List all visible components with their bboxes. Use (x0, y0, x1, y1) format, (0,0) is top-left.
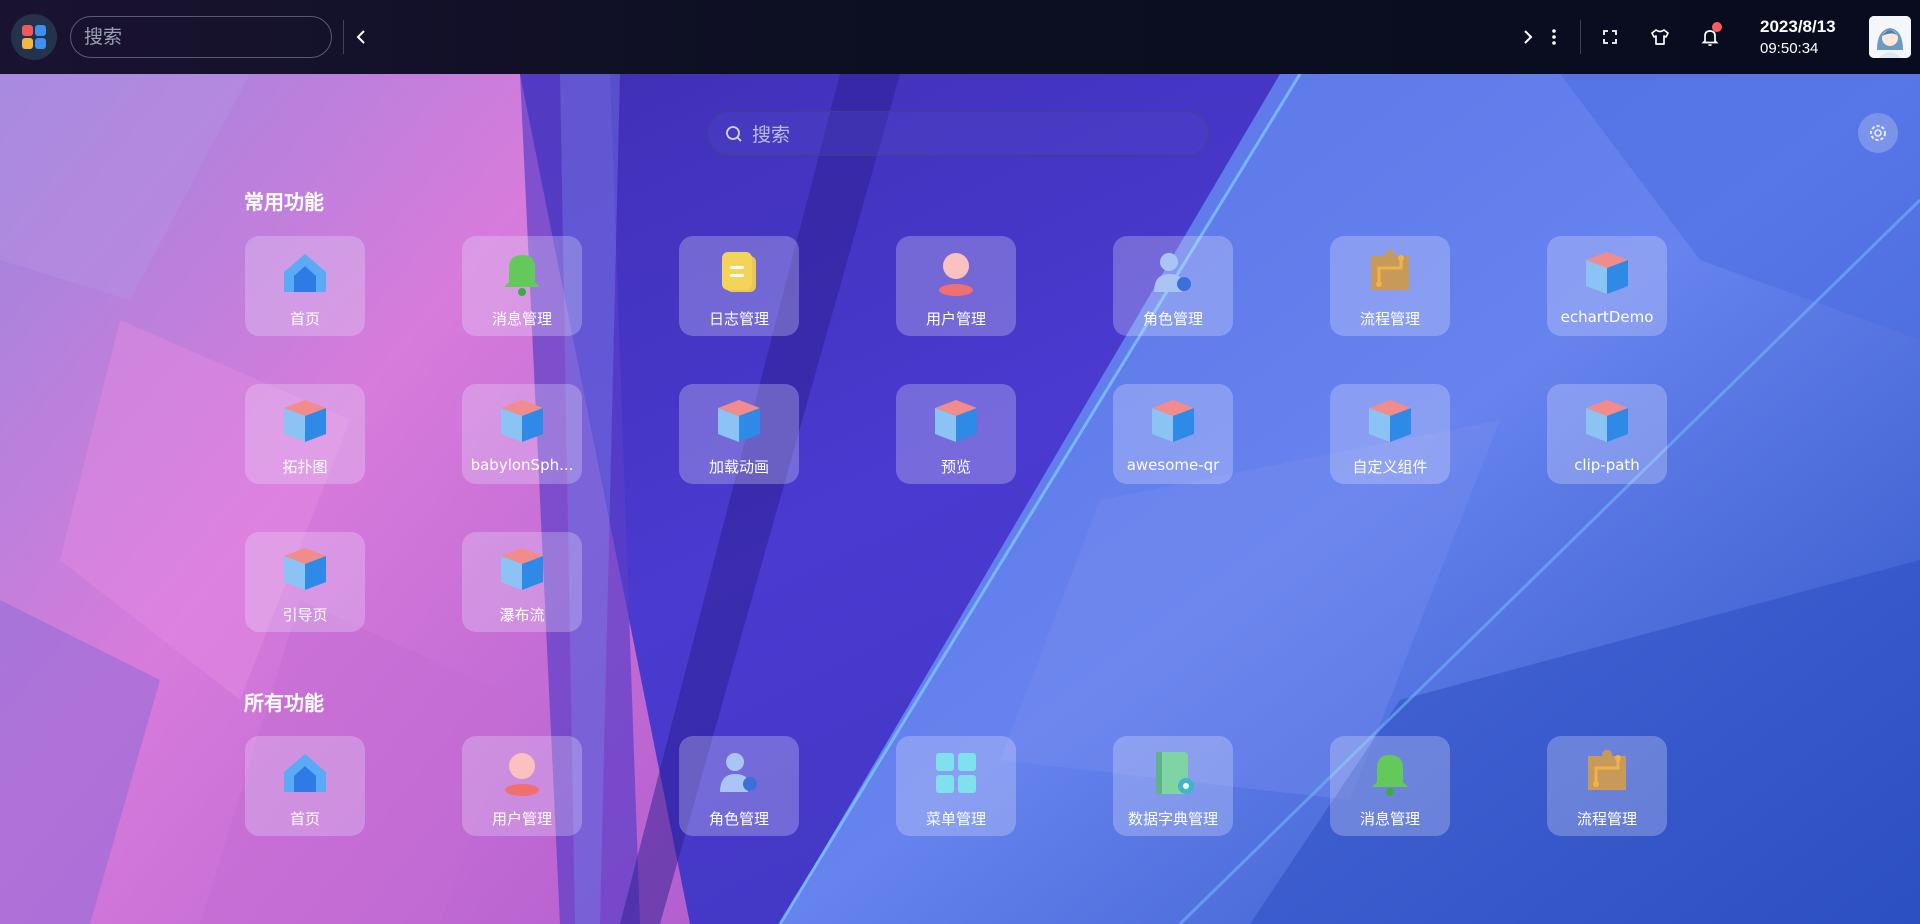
tile-flow[interactable]: 流程管理 (1330, 236, 1450, 336)
tile-menu[interactable]: 菜单管理 (896, 736, 1016, 836)
tile-label: 首页 (289, 310, 320, 328)
tile-awesome-qr[interactable]: awesome-qr (1113, 384, 1233, 484)
tile-label: 瀑布流 (499, 606, 545, 624)
tile-loading[interactable]: 加载动画 (679, 384, 799, 484)
cube-icon (278, 394, 332, 448)
tile-label: 流程管理 (1359, 310, 1420, 328)
tile-label: 引导页 (282, 606, 328, 624)
section-title-common: 常用功能 (244, 190, 324, 214)
cube-icon (1146, 394, 1200, 448)
date-text: 2023/8/13 (1760, 17, 1836, 36)
cube-icon (929, 394, 983, 448)
chevron-right-icon[interactable] (1515, 24, 1541, 50)
more-vertical-icon[interactable] (1541, 24, 1567, 50)
user-icon (929, 246, 983, 300)
settings-button[interactable] (1858, 113, 1898, 153)
tile-home[interactable]: 首页 (245, 236, 365, 336)
tile-custom-component[interactable]: 自定义组件 (1330, 384, 1450, 484)
tile-echartdemo[interactable]: echartDemo (1547, 236, 1667, 336)
tile-message[interactable]: 消息管理 (1330, 736, 1450, 836)
log-icon (712, 246, 766, 300)
tile-label: awesome-qr (1126, 456, 1220, 474)
tile-label: 角色管理 (708, 810, 769, 828)
tile-label: 流程管理 (1576, 810, 1637, 828)
tile-user[interactable]: 用户管理 (462, 736, 582, 836)
tile-waterfall[interactable]: 瀑布流 (462, 532, 582, 632)
tile-guide[interactable]: 引导页 (245, 532, 365, 632)
tile-label: 加载动画 (708, 458, 769, 476)
bell-icon (1363, 746, 1417, 800)
gear-icon (1870, 125, 1886, 141)
tile-message[interactable]: 消息管理 (462, 236, 582, 336)
divider (343, 20, 344, 54)
tile-home[interactable]: 首页 (245, 736, 365, 836)
tile-label: echartDemo (1560, 308, 1654, 326)
tile-label: babylonSph... (470, 456, 574, 474)
tile-role[interactable]: 角色管理 (679, 736, 799, 836)
home-icon (278, 746, 332, 800)
tile-label: clip-path (1574, 456, 1640, 474)
section-title-all: 所有功能 (244, 691, 324, 715)
fullscreen-icon[interactable] (1597, 24, 1623, 50)
search-icon (726, 126, 742, 142)
notification-badge (1712, 22, 1722, 32)
tile-label: 消息管理 (491, 310, 552, 328)
cube-icon (1363, 394, 1417, 448)
tshirt-icon[interactable] (1647, 24, 1673, 50)
tile-role[interactable]: 角色管理 (1113, 236, 1233, 336)
main-search-input[interactable] (750, 112, 1194, 157)
menu-grid-icon (929, 746, 983, 800)
top-bar: 2023/8/13 09:50:34 (0, 0, 1920, 74)
role-icon (1146, 246, 1200, 300)
avatar[interactable] (1869, 16, 1911, 58)
tile-label: 首页 (289, 810, 320, 828)
tile-label: 预览 (940, 458, 971, 476)
tile-label: 消息管理 (1359, 810, 1420, 828)
top-search-input[interactable] (70, 16, 332, 58)
tile-log[interactable]: 日志管理 (679, 236, 799, 336)
divider (1580, 20, 1581, 54)
app-logo-icon[interactable] (11, 14, 57, 60)
flow-icon (1580, 746, 1634, 800)
tile-label: 角色管理 (1142, 310, 1203, 328)
cube-icon (712, 394, 766, 448)
tile-label: 自定义组件 (1352, 458, 1428, 476)
cube-icon (1580, 246, 1634, 300)
tile-dictionary[interactable]: 数据字典管理 (1113, 736, 1233, 836)
user-icon (495, 746, 549, 800)
cube-icon (1580, 394, 1634, 448)
tile-label: 拓扑图 (282, 458, 328, 476)
cube-icon (278, 542, 332, 596)
tile-flow[interactable]: 流程管理 (1547, 736, 1667, 836)
tile-user[interactable]: 用户管理 (896, 236, 1016, 336)
bell-icon (495, 246, 549, 300)
dictionary-icon (1146, 746, 1200, 800)
home-icon (278, 246, 332, 300)
time-text: 09:50:34 (1760, 40, 1819, 57)
tile-babylon[interactable]: babylonSph... (462, 384, 582, 484)
tile-label: 数据字典管理 (1127, 810, 1218, 828)
tile-label: 用户管理 (491, 810, 552, 828)
main-search-box[interactable] (707, 111, 1209, 157)
flow-icon (1363, 246, 1417, 300)
chevron-left-icon[interactable] (348, 24, 374, 50)
tile-preview[interactable]: 预览 (896, 384, 1016, 484)
tile-topology[interactable]: 拓扑图 (245, 384, 365, 484)
tile-label: 日志管理 (708, 310, 769, 328)
cube-icon (495, 542, 549, 596)
tile-label: 菜单管理 (925, 810, 986, 828)
cube-icon (495, 394, 549, 448)
tile-label: 用户管理 (925, 310, 986, 328)
role-icon (712, 746, 766, 800)
tile-clip-path[interactable]: clip-path (1547, 384, 1667, 484)
